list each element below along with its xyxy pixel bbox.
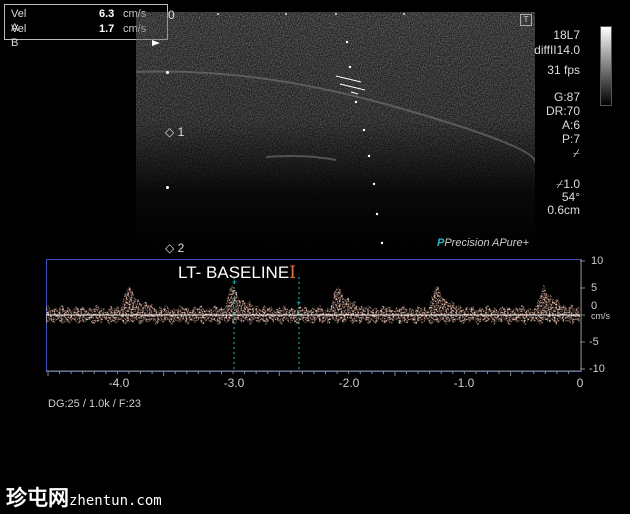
depth-marker-label: 0 bbox=[168, 8, 175, 22]
depth-marker-label: 1 bbox=[177, 125, 185, 139]
depth-dot bbox=[166, 186, 169, 189]
velocity-scale-ticks bbox=[580, 259, 585, 370]
depth-dot bbox=[166, 71, 169, 74]
text-cursor: I bbox=[289, 263, 296, 283]
apure-label: APure+ bbox=[492, 237, 529, 249]
gain-value: G:87 bbox=[553, 90, 580, 104]
doppler-spectrum: + + bbox=[46, 277, 580, 370]
diamond-icon: ◇ bbox=[165, 241, 175, 255]
measurement-label: Vel B bbox=[11, 23, 27, 49]
time-tick: -4.0 bbox=[108, 376, 130, 390]
frame-rate: 31 fps bbox=[547, 63, 580, 77]
a-setting: A:6 bbox=[561, 118, 580, 132]
gate-depth: 0.6cm bbox=[547, 203, 580, 217]
velocity-unit: cm/s bbox=[591, 311, 610, 321]
depth-marker-label: 2 bbox=[177, 241, 185, 255]
probe-label: 18L7 bbox=[553, 28, 580, 42]
time-tick: 0 bbox=[576, 376, 584, 390]
transducer-icon: ⌿ bbox=[572, 146, 580, 160]
diamond-icon: ◇ bbox=[165, 125, 175, 139]
watermark: 珍屯网zhentun.com bbox=[6, 482, 162, 512]
preset-label: diffII14.0 bbox=[534, 43, 580, 57]
velocity-tick: 5 bbox=[591, 282, 598, 294]
precision-label: PPrecision bbox=[437, 237, 490, 249]
p-setting: P:7 bbox=[561, 132, 580, 146]
time-tick: -3.0 bbox=[223, 376, 245, 390]
bmode-image[interactable] bbox=[136, 12, 535, 252]
measurement-value: 6.3 bbox=[99, 8, 115, 20]
depth-marker-0: 0 bbox=[168, 8, 175, 22]
depth-marker-2: ◇ 2 bbox=[165, 241, 184, 255]
depth-marker-1: ◇ 1 bbox=[165, 125, 184, 139]
doppler-params: DG:25 / 1.0k / F:23 bbox=[48, 398, 141, 410]
caliper-marker-b[interactable]: + bbox=[296, 298, 301, 308]
measurement-value: 1.7 bbox=[99, 23, 115, 35]
watermark-domain: zhentun.com bbox=[69, 493, 162, 509]
annotation-text[interactable]: LT- BASELINEI bbox=[178, 263, 296, 283]
angle-value: 54° bbox=[561, 190, 580, 204]
time-tick: -1.0 bbox=[453, 376, 475, 390]
velocity-tick: 10 bbox=[591, 255, 604, 267]
probe-orientation-icon: T bbox=[520, 14, 532, 26]
velocity-tick: -5 bbox=[589, 336, 599, 348]
watermark-cn: 珍屯网 bbox=[6, 487, 69, 510]
velocity-tick: -10 bbox=[589, 363, 605, 375]
time-tick: -2.0 bbox=[338, 376, 360, 390]
grayscale-bar bbox=[600, 26, 612, 106]
dynamic-range: DR:70 bbox=[545, 104, 580, 118]
